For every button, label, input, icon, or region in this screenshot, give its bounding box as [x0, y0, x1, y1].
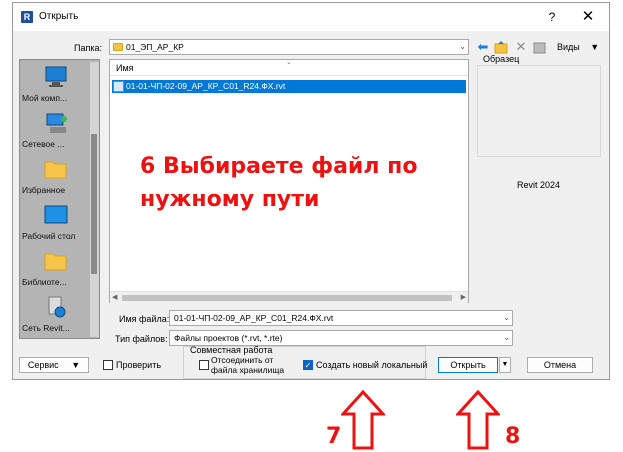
place-favorites[interactable]: Избранное [20, 158, 88, 204]
open-options-button[interactable]: ▼ [499, 357, 511, 373]
views-menu[interactable]: Виды ▼ [557, 42, 599, 52]
scroll-right-icon[interactable]: ▶ [461, 293, 466, 301]
filetype-dropdown[interactable]: Файлы проектов (*.rvt, *.rte) ⌄ [169, 330, 513, 346]
dialog-title: Открыть [39, 11, 79, 22]
instruction-line-2: нужному пути [140, 187, 320, 212]
rvt-file-icon [113, 81, 124, 92]
chevron-down-icon: ⌄ [503, 313, 510, 322]
revit-version: Revit 2024 [517, 180, 561, 190]
detach-label: Отсоединить от файла хранилища [211, 355, 285, 375]
filetype-label: Тип файлов: [115, 334, 168, 344]
column-header-label: Имя [116, 63, 134, 73]
place-my-computer[interactable]: Мой комп... [20, 66, 88, 112]
chevron-down-icon: ⌄ [459, 42, 466, 51]
audit-checkbox[interactable] [103, 360, 113, 370]
audit-label: Проверить [116, 360, 162, 370]
instruction-annotation: 6 Выбираете файл по нужному пути [140, 150, 417, 216]
favorites-folder-icon [44, 158, 68, 180]
new-folder-icon[interactable] [533, 40, 547, 54]
folder-icon [113, 43, 123, 51]
views-dropdown-icon: ▼ [590, 42, 600, 52]
title-bar: R Открыть ? ✕ [13, 3, 609, 31]
help-button[interactable]: ? [540, 7, 564, 27]
preview-label: Образец [483, 54, 520, 64]
filetype-value: Файлы проектов (*.rvt, *.rte) [174, 333, 283, 343]
back-arrow-icon[interactable]: ⬅ [476, 40, 490, 54]
delete-icon[interactable]: ✕ [514, 40, 528, 54]
places-bar: Мой комп... Сетевое ... Избранное Рабочи… [19, 59, 100, 339]
up-arrow-icon [341, 390, 385, 450]
step-7-label: 7 [326, 424, 342, 449]
places-scrollbar[interactable] [90, 62, 99, 337]
tools-label: Сервис [27, 360, 59, 370]
detach-checkbox[interactable] [199, 360, 209, 370]
create-local-label: Создать новый локальный [316, 360, 428, 370]
cancel-button[interactable]: Отмена [527, 357, 593, 373]
open-button[interactable]: Открыть [438, 357, 498, 373]
place-library[interactable]: Библиоте... [20, 250, 88, 296]
horizontal-scroll-thumb[interactable] [122, 295, 452, 301]
computer-icon [44, 66, 68, 88]
place-label: Сеть Revit... [22, 323, 70, 333]
chevron-down-icon: ⌄ [503, 333, 510, 342]
name-column-header[interactable]: Имя ⌄ [110, 59, 468, 76]
scroll-left-icon[interactable]: ◀ [112, 293, 117, 301]
up-arrow-icon [456, 390, 500, 450]
file-name: 01-01-ЧП-02-09_АР_КР_С01_R24.ФХ.rvt [126, 81, 286, 91]
place-network[interactable]: Сетевое ... [20, 112, 88, 158]
close-button[interactable]: ✕ [576, 7, 600, 27]
folder-value: 01_ЭП_АР_КР [126, 42, 184, 52]
sort-indicator-icon: ⌄ [286, 59, 292, 66]
folder-dropdown[interactable]: 01_ЭП_АР_КР ⌄ [109, 39, 469, 55]
place-desktop[interactable]: Рабочий стол [20, 204, 88, 250]
revit-network-icon [44, 296, 68, 318]
place-label: Избранное [22, 185, 66, 195]
filename-value: 01-01-ЧП-02-09_АР_КР_С01_R24.ФХ.rvt [174, 313, 334, 323]
tools-button[interactable]: Сервис ▼ [19, 357, 89, 373]
revit-app-icon: R [21, 11, 33, 23]
filename-input[interactable]: 01-01-ЧП-02-09_АР_КР_С01_R24.ФХ.rvt ⌄ [169, 310, 513, 326]
folder-up-icon[interactable] [494, 40, 508, 54]
place-label: Рабочий стол [22, 231, 76, 241]
library-folder-icon [44, 250, 68, 272]
desktop-icon [44, 204, 68, 226]
network-icon [44, 112, 68, 134]
worksharing-title: Совместная работа [190, 345, 273, 355]
place-label: Библиоте... [22, 277, 67, 287]
horizontal-scrollbar[interactable]: ◀ ▶ [110, 291, 468, 303]
tools-dropdown-icon: ▼ [71, 360, 81, 370]
views-label: Виды [557, 42, 580, 52]
folder-label: Папка: [74, 43, 102, 53]
create-local-checkbox[interactable]: ✓ [303, 360, 313, 370]
place-label: Сетевое ... [22, 139, 65, 149]
place-label: Мой комп... [22, 93, 68, 103]
place-revit-network[interactable]: Сеть Revit... [20, 296, 88, 342]
places-scroll-thumb[interactable] [91, 134, 97, 274]
filename-label: Имя файла: [119, 314, 170, 324]
instruction-line-1: 6 Выбираете файл по [140, 154, 418, 179]
file-row[interactable]: 01-01-ЧП-02-09_АР_КР_С01_R24.ФХ.rvt [112, 80, 466, 93]
preview-area [477, 65, 601, 157]
step-8-label: 8 [505, 424, 521, 449]
